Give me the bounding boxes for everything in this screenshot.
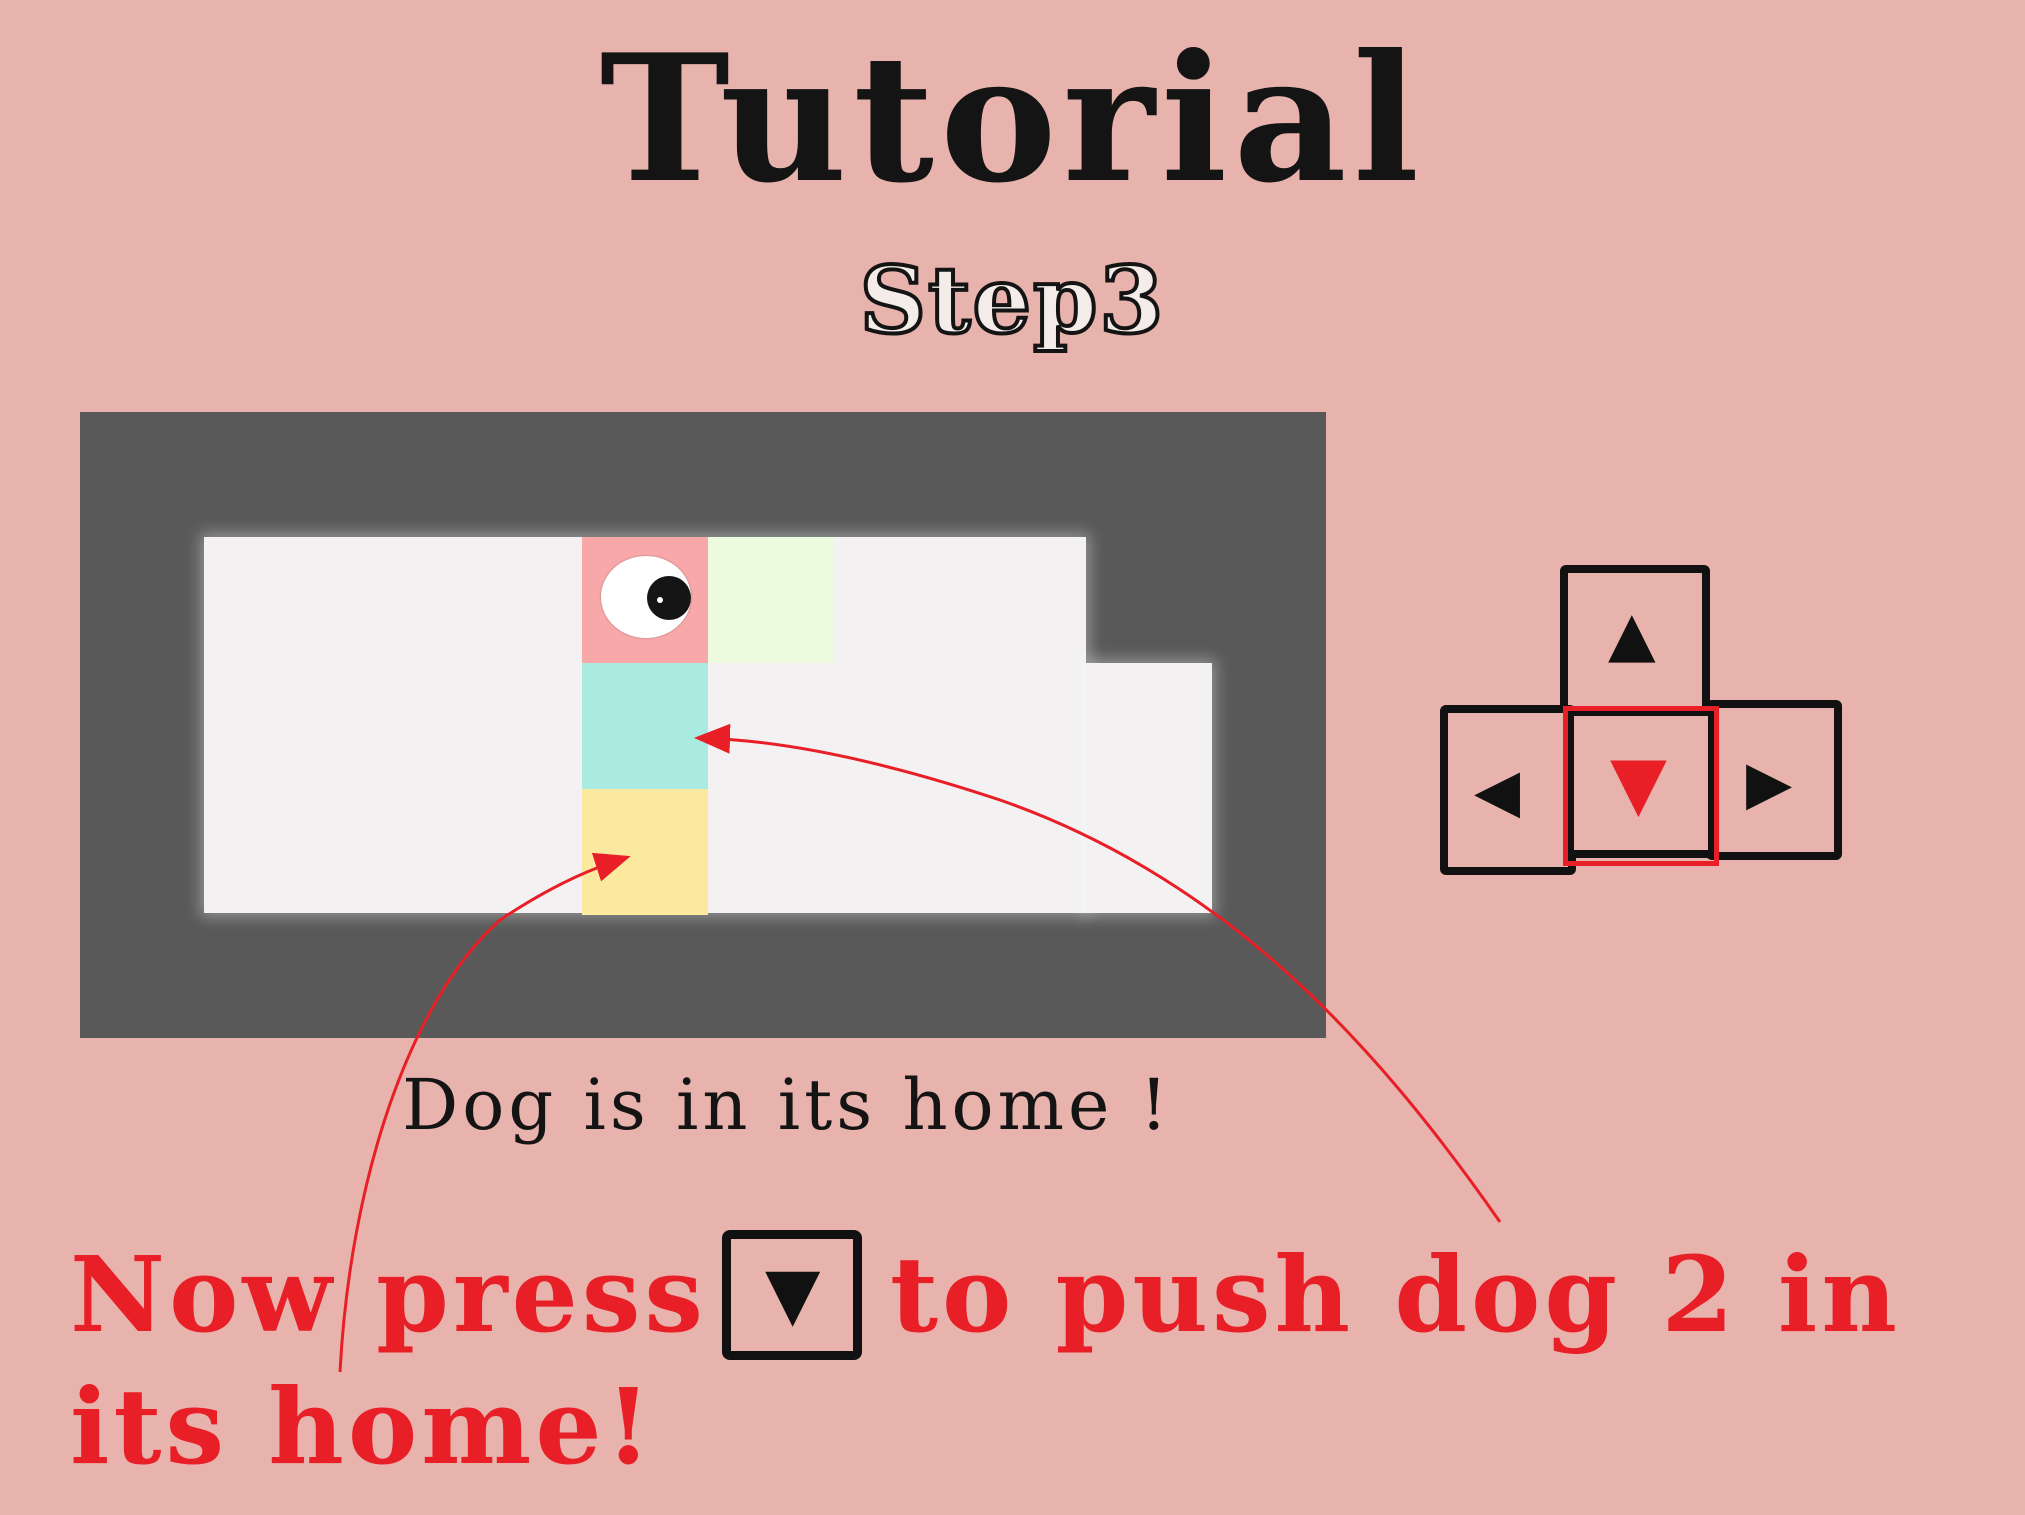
dog-pupil — [647, 576, 691, 620]
left-arrow-icon: ◀ — [1474, 756, 1521, 826]
dog-home-tile — [708, 537, 834, 663]
right-arrow-key[interactable]: ▶ — [1706, 700, 1842, 860]
pupil-glint — [657, 597, 663, 603]
dog-2-home-tile — [582, 789, 708, 915]
dog-2-tile — [582, 663, 708, 789]
up-arrow-icon: ▲ — [1608, 597, 1656, 670]
floor-region-right — [1086, 663, 1212, 913]
right-arrow-icon: ▶ — [1746, 748, 1793, 818]
down-arrow-icon: ▼ — [765, 1251, 821, 1335]
inline-down-key: ▼ — [722, 1230, 862, 1360]
instruction-line1-part2: to push dog 2 in — [890, 1233, 1902, 1356]
step-subtitle: Step3 — [858, 244, 1166, 356]
left-arrow-key[interactable]: ◀ — [1440, 705, 1576, 875]
up-arrow-key[interactable]: ▲ — [1560, 565, 1710, 715]
instruction-line2: its home! — [70, 1365, 656, 1488]
status-message: Dog is in its home ! — [402, 1064, 1172, 1146]
instruction-line1-part1: Now press — [70, 1233, 707, 1356]
down-key-highlight — [1563, 706, 1719, 866]
page-title: Tutorial — [599, 17, 1426, 222]
